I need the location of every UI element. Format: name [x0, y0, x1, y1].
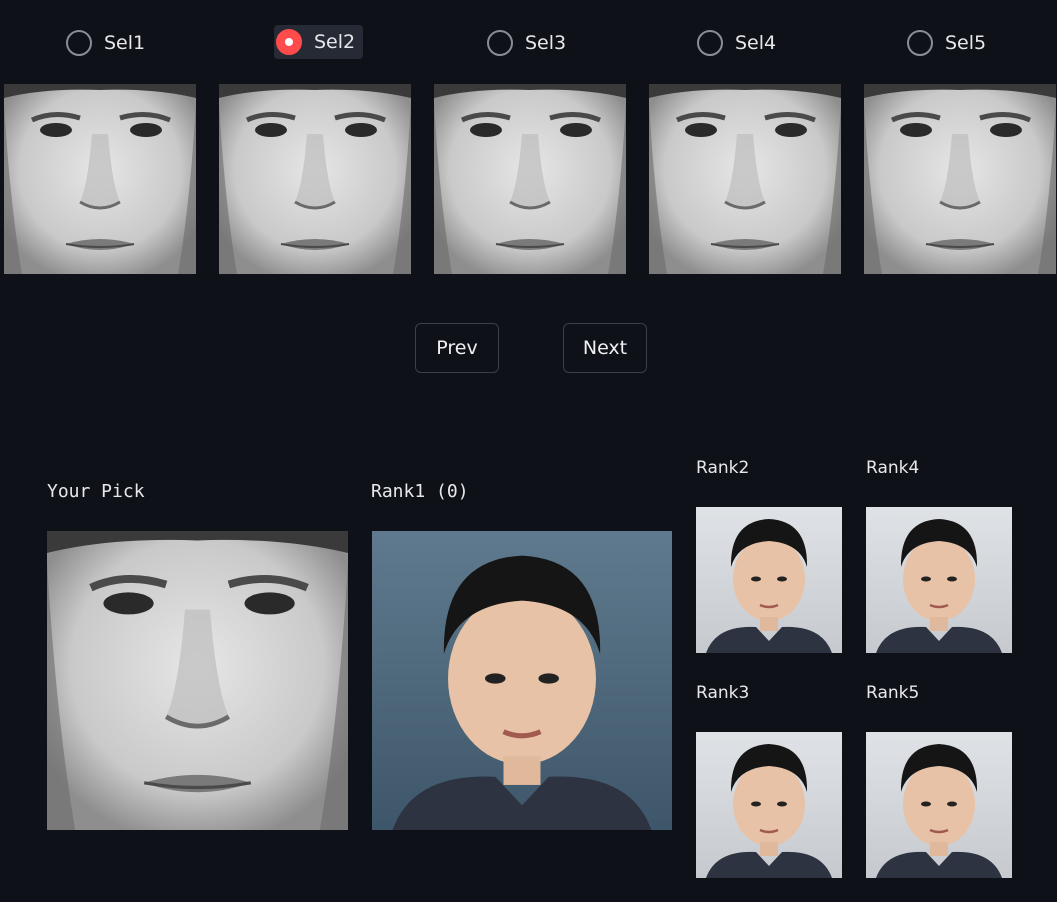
face-image-sel3[interactable]: [434, 84, 626, 274]
radio-sel1[interactable]: Sel1: [66, 26, 153, 60]
radio-sel2[interactable]: Sel2: [274, 25, 364, 59]
radio-label-sel4: Sel4: [735, 32, 777, 54]
your-pick-label: Your Pick: [47, 481, 145, 502]
rank2-photo: [696, 507, 842, 653]
radio-sel5[interactable]: Sel5: [907, 26, 994, 60]
your-pick-image: [47, 531, 348, 830]
radio-circle-icon: [697, 30, 723, 56]
radio-label-sel1: Sel1: [104, 32, 146, 54]
rank1-label: Rank1 (0): [371, 481, 469, 502]
radio-label-sel2: Sel2: [314, 31, 356, 53]
rank3-photo: [696, 732, 842, 878]
radio-checked-icon: [276, 29, 302, 55]
rank5-photo: [866, 732, 1012, 878]
prev-button[interactable]: Prev: [415, 323, 499, 373]
rank1-photo: [372, 531, 672, 830]
face-image-sel4[interactable]: [649, 84, 841, 274]
rank5-label: Rank5: [866, 683, 920, 703]
radio-sel3[interactable]: Sel3: [487, 26, 574, 60]
radio-label-sel3: Sel3: [525, 32, 567, 54]
radio-label-sel5: Sel5: [945, 32, 987, 54]
radio-circle-icon: [487, 30, 513, 56]
radio-sel4[interactable]: Sel4: [697, 26, 784, 60]
face-image-sel5[interactable]: [864, 84, 1056, 274]
face-image-sel2[interactable]: [219, 84, 411, 274]
next-button[interactable]: Next: [563, 323, 647, 373]
radio-circle-icon: [66, 30, 92, 56]
face-image-sel1[interactable]: [4, 84, 196, 274]
rank2-label: Rank2: [696, 458, 750, 478]
radio-circle-icon: [907, 30, 933, 56]
rank4-label: Rank4: [866, 458, 920, 478]
rank3-label: Rank3: [696, 683, 750, 703]
rank4-photo: [866, 507, 1012, 653]
